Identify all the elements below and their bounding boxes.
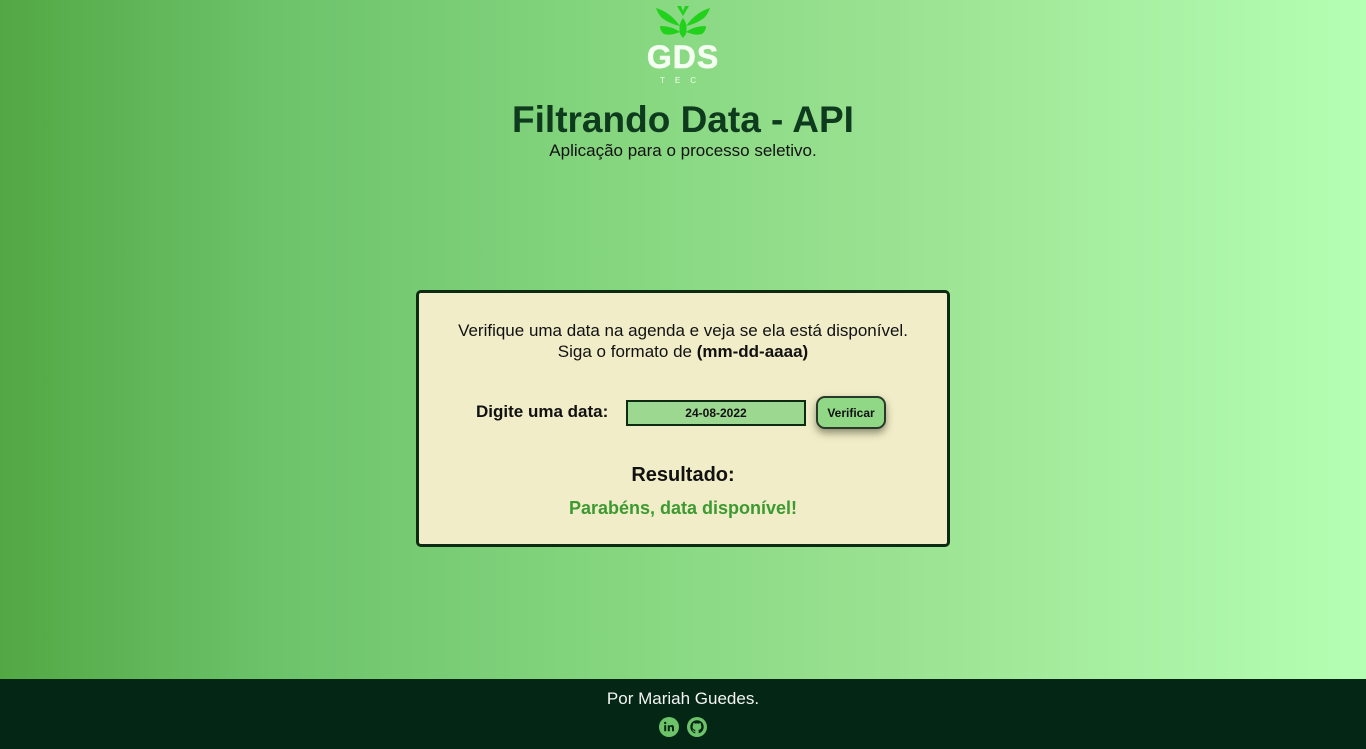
logo-text: GDS	[647, 39, 719, 75]
date-label: Digite uma data:	[476, 402, 609, 421]
date-input[interactable]	[626, 400, 806, 426]
github-icon[interactable]	[687, 717, 708, 737]
page-subtitle: Aplicação para o processo seletivo.	[549, 141, 817, 160]
page-title: Filtrando Data - API	[512, 99, 854, 140]
logo-subtext: TEC	[660, 76, 706, 85]
result-message: Parabéns, data disponível!	[568, 498, 798, 518]
verify-button[interactable]: Verificar	[816, 396, 886, 429]
linkedin-icon[interactable]	[658, 717, 679, 737]
instruction-line-2-prefix: Siga o formato de	[557, 342, 697, 361]
page-footer: Por Mariah Guedes.	[0, 679, 1366, 749]
instruction-line-1: Verifique uma data na agenda e veja se e…	[458, 321, 908, 340]
social-links	[0, 717, 1366, 737]
date-check-card: Verifique uma data na agenda e veja se e…	[416, 290, 950, 547]
result-title: Resultado:	[631, 464, 735, 486]
date-format-hint: (mm-dd-aaaa)	[696, 342, 809, 361]
footer-credit: Por Mariah Guedes.	[606, 689, 760, 708]
instructions: Verifique uma data na agenda e veja se e…	[419, 320, 947, 362]
gds-tec-logo: GDS TEC	[647, 6, 719, 85]
